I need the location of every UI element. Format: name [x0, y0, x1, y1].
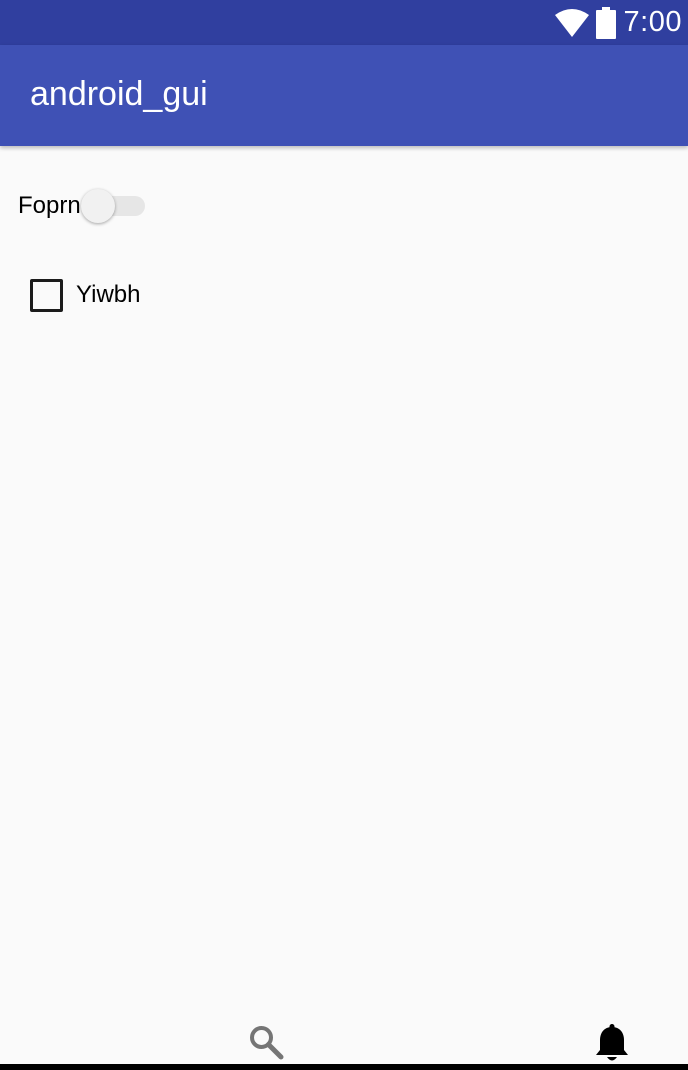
switch-label: Foprn	[18, 192, 81, 219]
status-icons: 7:00	[554, 0, 682, 45]
bell-icon[interactable]	[594, 1024, 630, 1064]
bottom-nav	[0, 1006, 688, 1064]
wifi-icon	[554, 8, 589, 37]
switch-row[interactable]: Foprn	[18, 188, 147, 224]
checkbox-row[interactable]: Yiwbh	[30, 278, 140, 312]
app-bar: android_gui	[0, 45, 688, 146]
search-icon[interactable]	[248, 1024, 284, 1060]
foprn-switch[interactable]	[80, 188, 147, 224]
bottom-edge	[0, 1064, 688, 1070]
main-content: Foprn Yiwbh	[0, 146, 688, 1006]
status-bar: 7:00	[0, 0, 688, 45]
yiwbh-checkbox[interactable]	[30, 278, 63, 312]
status-clock: 7:00	[623, 6, 682, 38]
switch-thumb[interactable]	[80, 189, 115, 223]
app-title: android_gui	[30, 75, 208, 113]
checkbox-label: Yiwbh	[76, 281, 141, 308]
battery-icon	[595, 6, 616, 39]
